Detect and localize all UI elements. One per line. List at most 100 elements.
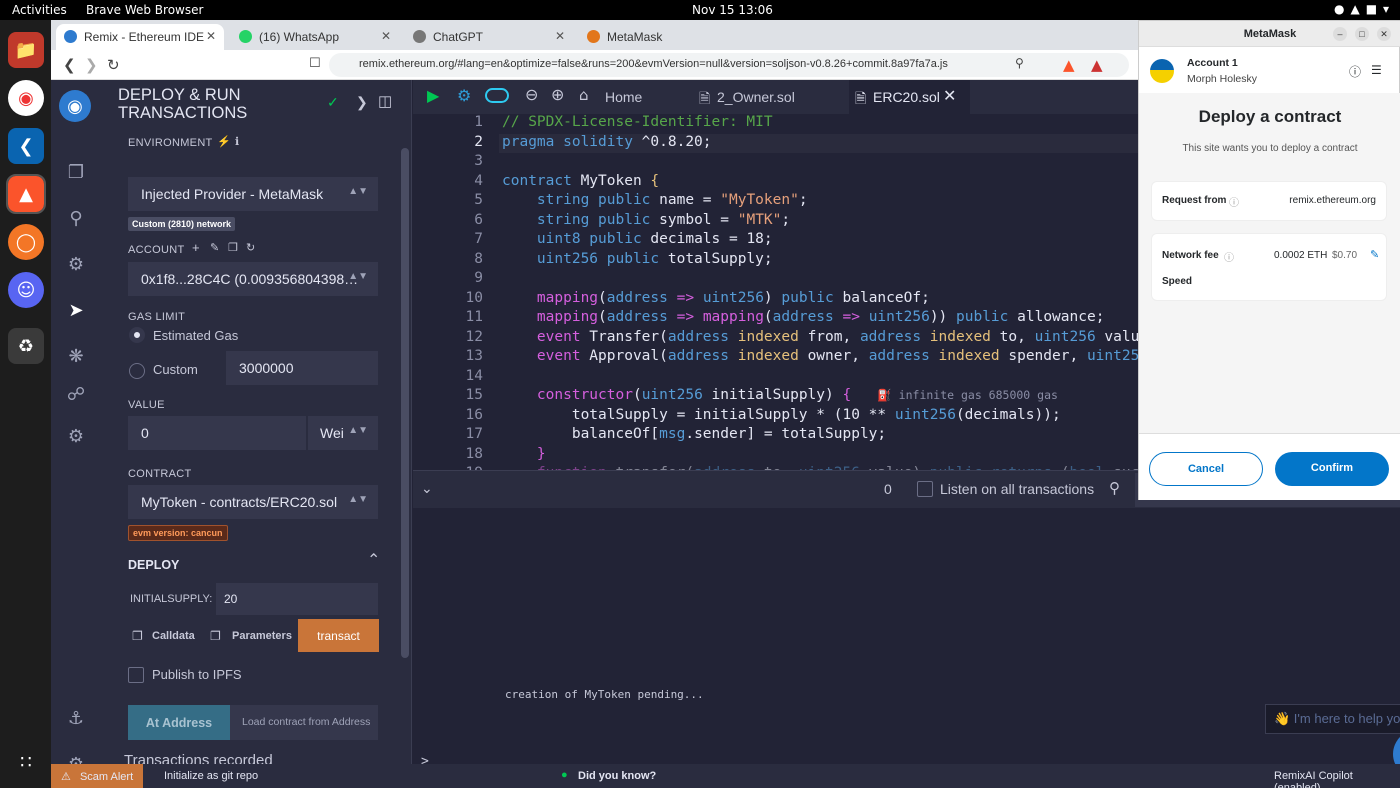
tab-owner-sol[interactable]: 2_Owner.sol: [717, 89, 795, 105]
copy-parameters-icon[interactable]: ❐: [210, 629, 221, 643]
collapse-terminal-icon[interactable]: ⌄: [421, 480, 433, 497]
edit-fee-icon[interactable]: ✎: [1370, 248, 1379, 261]
file-explorer-icon[interactable]: ❐: [64, 160, 88, 184]
value-input[interactable]: 0: [128, 416, 306, 450]
solidity-compiler-icon[interactable]: ⚙: [64, 252, 88, 276]
system-tray-icons[interactable]: ●▲■▾: [1334, 2, 1395, 16]
gas-limit-input[interactable]: 3000000: [226, 351, 378, 385]
copilot-status[interactable]: RemixAI Copilot (enabled): [1274, 770, 1400, 788]
zoom-in-icon[interactable]: ⊕: [551, 85, 564, 104]
clock[interactable]: Nov 15 13:06: [692, 3, 773, 17]
remix-logo-icon[interactable]: ◉: [59, 90, 91, 122]
warning-icon: ⚠: [61, 771, 71, 783]
did-you-know-label[interactable]: Did you know?: [578, 770, 656, 782]
transact-button[interactable]: transact: [298, 619, 379, 652]
environment-select[interactable]: Injected Provider - MetaMask ▲▼: [128, 177, 378, 211]
panel-scrollbar[interactable]: [401, 148, 409, 658]
close-icon[interactable]: ✕: [1377, 27, 1391, 41]
close-icon[interactable]: ✕: [555, 29, 565, 43]
git-init-button[interactable]: Initialize as git repo: [164, 770, 258, 782]
run-icon[interactable]: ▶: [427, 86, 439, 105]
url-input[interactable]: remix.ethereum.org/#lang=en&optimize=fal…: [329, 53, 1129, 77]
value-unit-select[interactable]: Wei ▲▼: [308, 416, 378, 450]
file-icon: 🗎: [699, 91, 711, 107]
chevron-right-icon[interactable]: ❯: [356, 94, 368, 111]
code-line: uint8 public decimals = 18;: [536, 231, 773, 247]
discord-icon[interactable]: ☺: [8, 272, 44, 308]
url-text: remix.ethereum.org/#lang=en&optimize=fal…: [359, 58, 948, 70]
deploy-run-icon[interactable]: ➤: [64, 298, 88, 322]
at-address-button[interactable]: At Address: [128, 705, 230, 740]
reload-icon[interactable]: ↻: [107, 56, 120, 74]
bookmark-icon[interactable]: ☐: [309, 56, 321, 71]
add-account-icon[interactable]: +: [192, 240, 200, 255]
vscode-icon[interactable]: ❮: [8, 128, 44, 164]
parameters-button[interactable]: Parameters: [232, 630, 292, 642]
info-icon[interactable]: ℹ: [235, 135, 239, 148]
show-apps-icon[interactable]: ∷: [8, 744, 44, 780]
copy-icon[interactable]: ❐: [228, 241, 238, 254]
pin-panel-icon[interactable]: ◫: [378, 92, 392, 110]
back-icon[interactable]: ❮: [63, 56, 76, 74]
jupyter-icon[interactable]: ◯: [8, 224, 44, 260]
account-select[interactable]: 0x1f8...28C4C (0.009356804398… ▲▼: [128, 262, 378, 296]
brave-shields-icon[interactable]: ▲: [1063, 56, 1075, 74]
cancel-button[interactable]: Cancel: [1149, 452, 1263, 486]
plugin-settings-icon[interactable]: ⚙: [64, 424, 88, 448]
close-icon[interactable]: ✕: [381, 29, 391, 43]
ai-help-tooltip[interactable]: 👋 I'm here to help you!: [1265, 704, 1400, 734]
activities-button[interactable]: Activities: [12, 3, 67, 17]
close-icon[interactable]: ✕: [206, 29, 216, 43]
maximize-icon[interactable]: □: [1355, 27, 1369, 41]
git-icon[interactable]: ☍: [64, 382, 88, 406]
terminal-output[interactable]: creation of MyToken pending... > 👋 I'm h…: [413, 508, 1400, 778]
trash-icon[interactable]: ♻: [8, 328, 44, 364]
tab-home[interactable]: Home: [605, 89, 642, 105]
panel-title: DEPLOY & RUN TRANSACTIONS: [118, 86, 248, 122]
code-line: // SPDX-License-Identifier: MIT: [502, 114, 773, 130]
search-icon[interactable]: ⚲: [64, 206, 88, 230]
info-icon[interactable]: ⓘ: [1229, 194, 1239, 209]
confirm-button[interactable]: Confirm: [1275, 452, 1389, 486]
info-icon[interactable]: ⓘ: [1349, 63, 1361, 80]
tab-erc20-sol[interactable]: 🗎 ERC20.sol ✕: [849, 80, 970, 114]
tab-label: MetaMask: [607, 30, 663, 44]
brave-rewards-icon[interactable]: ▲: [1091, 56, 1103, 74]
close-icon[interactable]: ✕: [943, 86, 956, 105]
autocompile-toggle[interactable]: [485, 88, 509, 103]
files-app-icon[interactable]: 📁: [8, 32, 44, 68]
search-icon[interactable]: ⚲: [1109, 479, 1120, 497]
tab-whatsapp[interactable]: (16) WhatsApp ✕: [231, 24, 399, 50]
load-contract-input[interactable]: Load contract from Address: [230, 705, 378, 740]
copy-calldata-icon[interactable]: ❐: [132, 629, 143, 643]
listen-all-checkbox[interactable]: [917, 481, 933, 497]
chrome-icon[interactable]: ◉: [8, 80, 44, 116]
info-icon[interactable]: ⓘ: [1224, 249, 1234, 264]
zoom-icon[interactable]: ⚲: [1015, 56, 1024, 70]
chevron-up-icon[interactable]: ⌃: [367, 550, 380, 570]
edit-icon[interactable]: ✎: [210, 241, 219, 254]
ai-robot-icon[interactable]: ⚙: [457, 86, 471, 105]
scam-alert-button[interactable]: ⚠ Scam Alert: [51, 764, 143, 788]
app-dock: 📁 ◉ ❮ ▲ ◯ ☺ ♻ ∷: [0, 20, 51, 788]
network-name[interactable]: Morph Holesky: [1187, 73, 1257, 85]
calldata-button[interactable]: Calldata: [152, 630, 195, 642]
contract-select[interactable]: MyToken - contracts/ERC20.sol ▲▼: [128, 485, 378, 519]
plug-icon[interactable]: ⚡: [217, 135, 231, 148]
account-name[interactable]: Account 1: [1187, 57, 1238, 69]
zoom-out-icon[interactable]: ⊖: [525, 85, 538, 104]
transactions-recorded-label[interactable]: Transactions recorded: [124, 752, 273, 764]
publish-ipfs-checkbox[interactable]: [128, 667, 144, 683]
minimize-icon[interactable]: –: [1333, 27, 1347, 41]
initialsupply-input[interactable]: 20: [216, 583, 378, 615]
debugger-icon[interactable]: ❋: [64, 344, 88, 368]
custom-gas-radio[interactable]: [129, 363, 145, 379]
estimated-gas-radio[interactable]: [129, 327, 145, 343]
brave-icon[interactable]: ▲: [6, 174, 46, 214]
settings-sliders-icon[interactable]: ☰: [1371, 63, 1382, 77]
plugin-manager-icon[interactable]: ⚓: [64, 706, 88, 730]
tab-remix[interactable]: Remix - Ethereum IDE ✕: [56, 24, 224, 50]
tab-chatgpt[interactable]: ChatGPT ✕: [405, 24, 573, 50]
tab-metamask[interactable]: MetaMask: [579, 24, 747, 50]
forward-icon[interactable]: ❯: [85, 56, 98, 74]
